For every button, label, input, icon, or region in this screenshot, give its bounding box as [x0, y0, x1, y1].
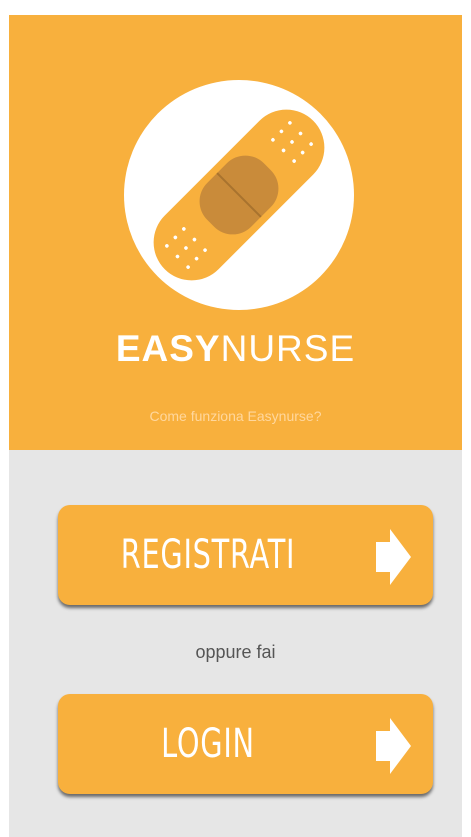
how-it-works-link[interactable]: Come funziona Easynurse? [9, 407, 462, 425]
login-button-label: LOGIN [161, 721, 255, 767]
brand-bold: EASY [115, 328, 221, 369]
app-screen: EASYNURSE Come funziona Easynurse? REGIS… [9, 15, 462, 837]
login-button[interactable]: LOGIN [58, 694, 433, 794]
logo-circle [124, 80, 354, 310]
bandage-icon [153, 109, 325, 281]
register-button[interactable]: REGISTRATI [58, 505, 433, 605]
arrow-right-icon [376, 529, 411, 585]
brand-light: NURSE [220, 328, 356, 369]
brand-title: EASYNURSE [9, 327, 462, 371]
hero-header: EASYNURSE Come funziona Easynurse? [9, 15, 462, 450]
arrow-right-icon [376, 718, 411, 774]
separator-text: oppure fai [195, 642, 276, 662]
register-button-label: REGISTRATI [120, 532, 296, 578]
